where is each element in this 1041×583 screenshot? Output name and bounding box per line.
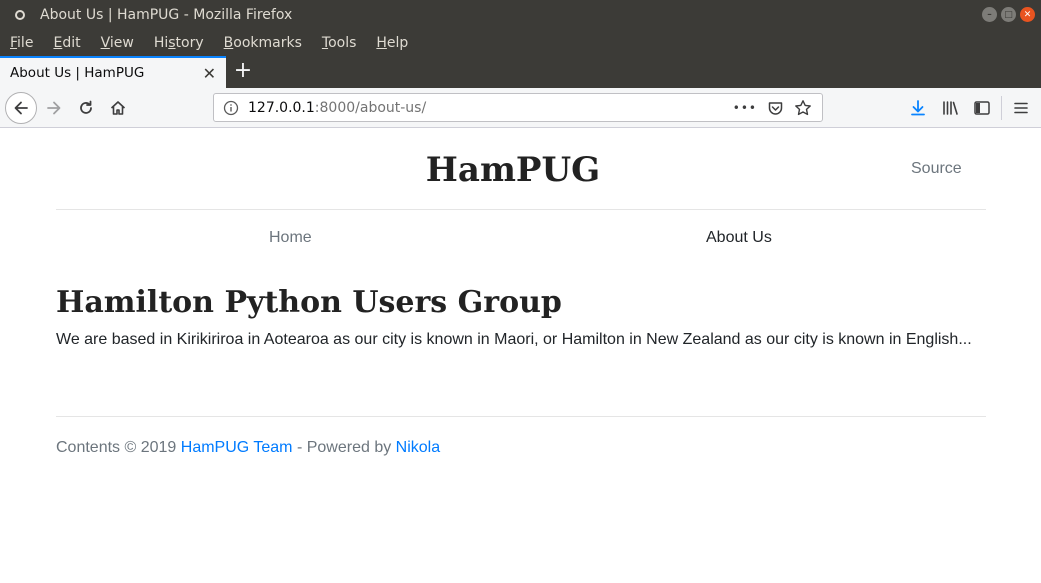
menu-tools[interactable]: Tools [322, 35, 357, 51]
downloads-button[interactable] [904, 94, 932, 122]
forward-arrow-icon [47, 101, 61, 115]
forward-button[interactable] [40, 94, 68, 122]
window-controls: – □ ✕ [982, 7, 1035, 22]
navigation-toolbar: 127.0.0.1:8000/about-us/ ••• [0, 88, 1041, 128]
menu-view[interactable]: View [101, 35, 134, 51]
intro-paragraph: We are based in Kirikiriroa in Aotearoa … [56, 331, 972, 348]
footer-copyright: Contents © 2019 [56, 439, 181, 456]
back-button[interactable] [5, 92, 37, 124]
menu-help[interactable]: Help [376, 35, 408, 51]
bookmark-star-icon[interactable] [794, 99, 812, 117]
menu-bookmarks[interactable]: Bookmarks [224, 35, 302, 51]
nav-about-link[interactable]: About Us [706, 229, 772, 247]
footer-divider [56, 416, 986, 417]
back-arrow-icon [14, 101, 28, 115]
reload-icon [80, 100, 92, 114]
new-tab-button[interactable]: + [232, 59, 254, 83]
url-path: :8000/about-us/ [314, 99, 427, 116]
tab-strip: About Us | HamPUG ✕ + [0, 56, 1041, 88]
url-bar[interactable]: 127.0.0.1:8000/about-us/ ••• [213, 93, 823, 122]
home-button[interactable] [104, 94, 132, 122]
url-actions: ••• [733, 99, 812, 117]
home-icon [110, 101, 126, 115]
header-divider [56, 209, 986, 210]
page-actions-icon[interactable]: ••• [733, 101, 757, 115]
menu-file[interactable]: File [10, 35, 33, 51]
reload-button[interactable] [72, 94, 100, 122]
page-heading: Hamilton Python Users Group [56, 285, 562, 320]
footer-nikola-link[interactable]: Nikola [396, 439, 440, 456]
minimize-button[interactable]: – [982, 7, 997, 22]
site-title[interactable]: HamPUG [0, 150, 1026, 190]
window-titlebar: About Us | HamPUG - Mozilla Firefox – □ … [0, 0, 1041, 30]
firefox-app-icon [15, 10, 25, 20]
nav-home-link[interactable]: Home [269, 229, 312, 247]
library-button[interactable] [936, 94, 964, 122]
info-icon[interactable] [223, 100, 239, 116]
source-link[interactable]: Source [911, 160, 962, 178]
window-title: About Us | HamPUG - Mozilla Firefox [40, 7, 293, 23]
footer-team-link[interactable]: HamPUG Team [181, 439, 293, 456]
footer: Contents © 2019 HamPUG Team - Powered by… [56, 439, 440, 457]
toolbar-separator [1001, 96, 1002, 120]
menu-edit[interactable]: Edit [53, 35, 80, 51]
tab-about-us[interactable]: About Us | HamPUG ✕ [0, 56, 226, 88]
close-window-button[interactable]: ✕ [1020, 7, 1035, 22]
menubar: File Edit View History Bookmarks Tools H… [0, 30, 1041, 56]
library-icon [943, 101, 958, 115]
menu-history[interactable]: History [154, 35, 204, 51]
footer-powered-by: - Powered by [292, 439, 396, 456]
maximize-button[interactable]: □ [1001, 7, 1016, 22]
download-icon [911, 100, 925, 116]
page-content: HamPUG Source Home About Us Hamilton Pyt… [0, 129, 1041, 583]
url-host: 127.0.0.1 [248, 99, 315, 116]
pocket-icon[interactable] [767, 100, 784, 117]
open-menu-button[interactable] [1007, 94, 1035, 122]
tab-title: About Us | HamPUG [10, 65, 145, 81]
close-tab-icon[interactable]: ✕ [203, 64, 216, 83]
sidebar-icon [974, 101, 990, 115]
hamburger-menu-icon [1014, 102, 1028, 114]
sidebar-button[interactable] [968, 94, 996, 122]
